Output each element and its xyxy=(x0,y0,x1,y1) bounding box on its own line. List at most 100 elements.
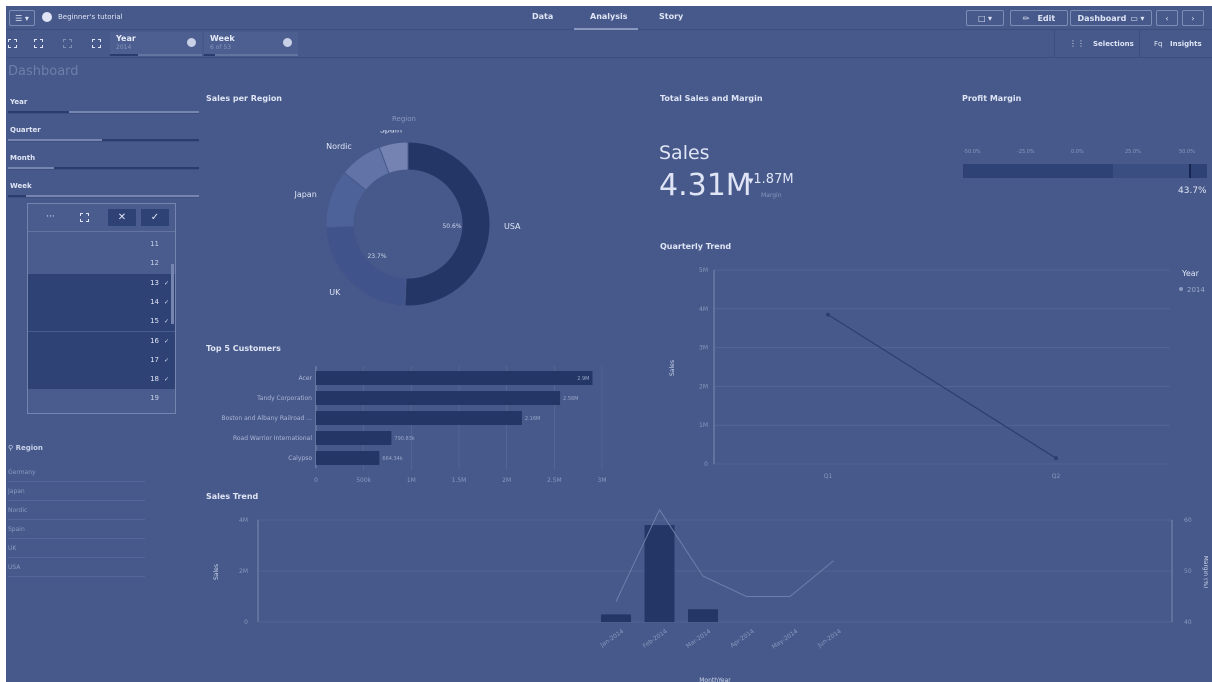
pie-data-label: 50.6% xyxy=(442,223,461,230)
customer-label: Calypso xyxy=(288,455,312,462)
sales-per-region-chart: USA 50.6% UK 23.7% Japan Nordic Spain xyxy=(293,130,521,307)
legend-title: Year xyxy=(1181,269,1200,278)
selection-state-bar xyxy=(204,54,298,56)
previous-sheet-button[interactable]: ‹ xyxy=(1156,10,1178,26)
bar-data-label: 2.56M xyxy=(563,396,578,402)
filter-state-bar xyxy=(8,139,199,141)
gauge-tick-label: 25.0% xyxy=(1125,149,1141,155)
region-item[interactable]: Spain xyxy=(8,520,145,539)
step-back-icon[interactable] xyxy=(34,39,43,48)
week-listbox[interactable]: ··· ✕ ✓ 111213141516171819 xyxy=(27,203,176,414)
customer-bar xyxy=(316,391,561,405)
selection-value: 2014 xyxy=(116,44,132,51)
edit-button[interactable]: ✏ Edit xyxy=(1010,10,1068,26)
confirm-selection-button[interactable]: ✓ xyxy=(141,209,169,226)
selection-chip-week[interactable]: Week 6 of 53 xyxy=(204,32,298,56)
profit-margin-value: 43.7% xyxy=(1178,186,1207,196)
insights-icon: Fq xyxy=(1154,40,1163,48)
y2-axis-title: Margin (%) xyxy=(1202,556,1208,589)
kpi-secondary-label: Margin xyxy=(761,192,782,199)
trend-point xyxy=(826,312,830,317)
bookmark-icon: □ ▾ xyxy=(977,13,993,23)
filter-pane-week[interactable]: Week xyxy=(8,176,199,198)
x-tick-label: 2M xyxy=(502,477,511,484)
next-sheet-button[interactable]: › xyxy=(1182,10,1204,26)
kpi-value: 4.31M xyxy=(659,168,752,203)
kpi-title: Total Sales and Margin xyxy=(660,94,763,103)
selection-tool-icon[interactable] xyxy=(80,213,89,222)
more-options-icon[interactable]: ··· xyxy=(46,212,55,222)
region-item[interactable]: UK xyxy=(8,539,145,558)
listbox-scrollbar[interactable] xyxy=(171,264,174,324)
gauge-tick-label: 50.0% xyxy=(1179,149,1195,155)
profit-margin-gauge xyxy=(963,164,1207,178)
region-filter-label: Region xyxy=(15,444,43,452)
tab-story[interactable]: Story xyxy=(659,12,683,21)
chevron-right-icon: › xyxy=(1191,13,1195,23)
selection-chip-year[interactable]: Year 2014 xyxy=(110,32,202,56)
cancel-selection-button[interactable]: ✕ xyxy=(108,209,136,226)
sales-bar xyxy=(601,614,631,622)
selection-field: Year xyxy=(116,34,136,43)
region-item[interactable]: Germany xyxy=(8,463,145,482)
clear-all-icon[interactable] xyxy=(92,39,101,48)
listbox-item[interactable]: 15 xyxy=(28,312,175,332)
sheet-selector[interactable]: Dashboard ▭ ▾ xyxy=(1070,10,1152,26)
y-tick-label: 3M xyxy=(699,345,708,352)
insights-label: Insights xyxy=(1170,40,1202,48)
listbox-item[interactable]: 13 xyxy=(28,273,175,293)
bar-data-label: 2.16M xyxy=(525,416,540,422)
close-icon[interactable] xyxy=(283,38,292,47)
listbox-item[interactable]: 11 xyxy=(28,235,175,254)
insights-button[interactable]: Fq Insights xyxy=(1146,30,1210,58)
x-tick-label: Jan-2014 xyxy=(598,628,625,650)
selections-icon: ⋮⋮ xyxy=(1069,39,1085,48)
listbox-item[interactable]: 12 xyxy=(28,254,175,273)
legend-swatch xyxy=(1179,287,1183,291)
x-axis-title: MonthYear xyxy=(699,677,731,682)
y-tick-label: 1M xyxy=(699,422,708,429)
close-icon[interactable] xyxy=(187,38,196,47)
bar-data-label: 664.34k xyxy=(382,456,402,462)
region-item[interactable]: Japan xyxy=(8,482,145,501)
filter-pane-year[interactable]: Year xyxy=(8,92,199,114)
kpi-secondary-value: ▼1.87M xyxy=(748,172,794,187)
app-title[interactable]: Beginner's tutorial xyxy=(58,13,123,21)
menu-button[interactable]: ☰ ▾ xyxy=(9,10,35,26)
edit-label: Edit xyxy=(1037,13,1056,23)
smart-search-icon[interactable] xyxy=(8,39,17,48)
bookmark-button[interactable]: □ ▾ xyxy=(966,10,1004,26)
filter-pane-month[interactable]: Month xyxy=(8,148,199,170)
customer-bar xyxy=(316,411,522,425)
filter-pane-quarter[interactable]: Quarter xyxy=(8,120,199,142)
tab-analysis[interactable]: Analysis xyxy=(590,12,628,21)
listbox-item[interactable]: 17 xyxy=(28,350,175,370)
selections-label: Selections xyxy=(1093,40,1134,48)
region-item[interactable]: USA xyxy=(8,558,145,577)
customer-label: Boston and Albany Railroad ... xyxy=(221,415,312,422)
x-tick-label: 500k xyxy=(356,477,371,484)
filter-pane-label: Week xyxy=(10,182,32,190)
y-tick-label: 2M xyxy=(239,568,248,575)
step-forward-icon[interactable] xyxy=(63,39,72,48)
x-tick-label: Feb-2014 xyxy=(642,628,669,650)
pie-category-label: UK xyxy=(329,288,341,297)
region-filter-title: ⚲ Region xyxy=(8,444,43,452)
pencil-icon: ✏ xyxy=(1022,13,1030,23)
listbox-item[interactable]: 19 xyxy=(28,389,175,408)
filter-state-bar xyxy=(8,167,199,169)
filter-pane-label: Quarter xyxy=(10,126,41,134)
region-item[interactable]: Nordic xyxy=(8,501,145,520)
kpi-secondary-number: 1.87M xyxy=(753,172,794,187)
pie-category-label: Spain xyxy=(380,130,402,135)
x-tick-label: Jun-2014 xyxy=(816,628,843,650)
sales-per-region-title: Sales per Region xyxy=(206,94,283,103)
listbox-item[interactable]: 14 xyxy=(28,292,175,312)
tab-data[interactable]: Data xyxy=(532,12,553,21)
selections-button[interactable]: ⋮⋮ Selections xyxy=(1054,30,1140,58)
sales-per-region-subtitle: Region xyxy=(392,115,416,123)
y-tick-label: 0 xyxy=(704,461,708,468)
y2-tick-label: 50 xyxy=(1184,568,1192,575)
listbox-item[interactable]: 16 xyxy=(28,331,175,351)
listbox-item[interactable]: 18 xyxy=(28,370,175,390)
